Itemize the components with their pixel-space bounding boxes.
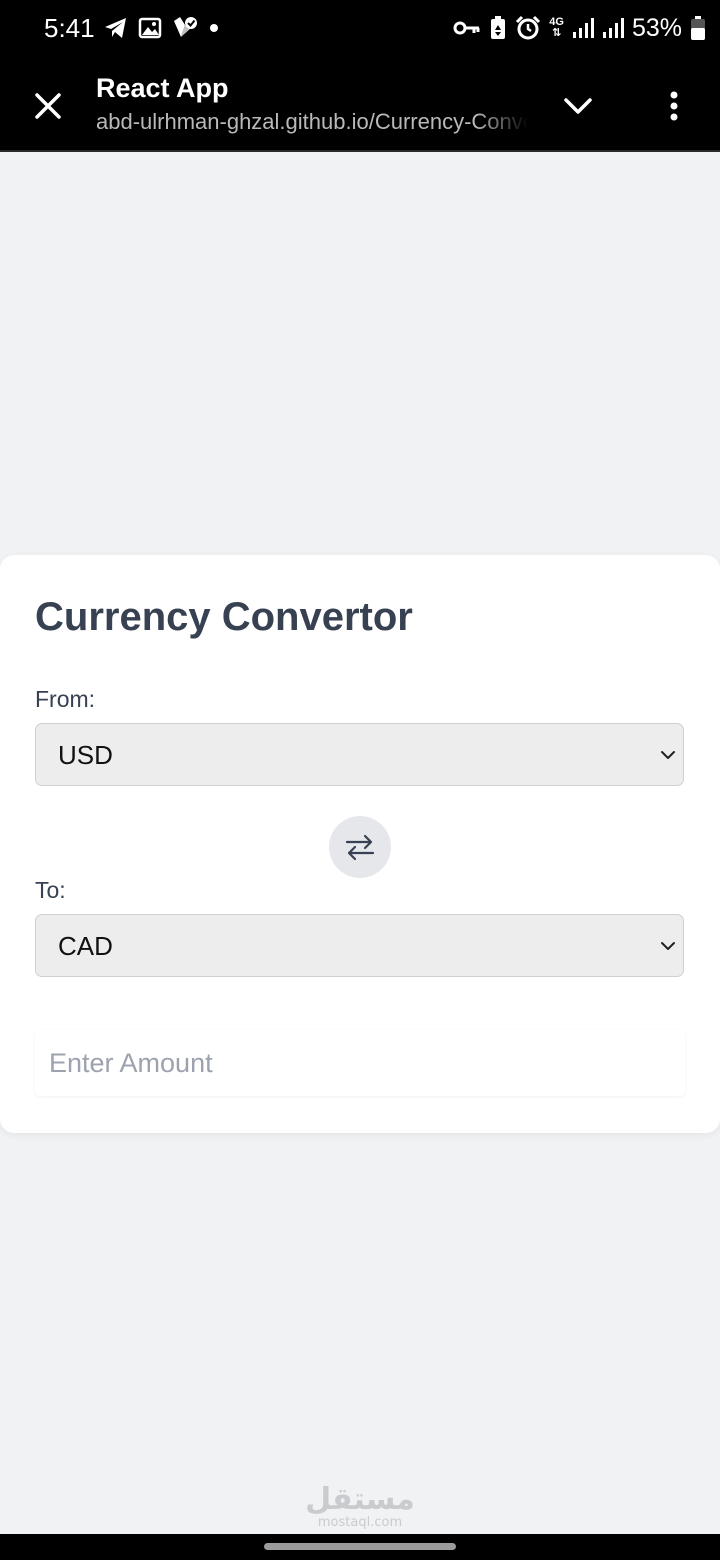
more-options-button[interactable]: [648, 80, 700, 132]
network-4g-icon: 4G ⇅: [549, 17, 564, 39]
telegram-icon: [104, 17, 128, 39]
system-icons: 4G ⇅ 53%: [453, 12, 706, 44]
to-currency-value: CAD: [58, 931, 113, 961]
home-gesture-bar[interactable]: [264, 1543, 456, 1550]
navigation-bar: [0, 1534, 720, 1560]
battery-saver-icon: [489, 15, 507, 41]
chevron-down-icon: [564, 98, 592, 114]
battery-percent: 53%: [631, 14, 682, 42]
watermark-logo: مستقل mostaql.com: [300, 1484, 420, 1530]
image-icon: [138, 17, 162, 39]
key-icon: [453, 19, 481, 37]
converter-card: Currency Convertor From: USD To: CAD: [0, 555, 720, 1133]
amount-input[interactable]: [35, 1030, 685, 1096]
from-currency-select[interactable]: USD: [35, 723, 684, 786]
expand-button[interactable]: [552, 80, 604, 132]
close-button[interactable]: [22, 80, 74, 132]
dot-icon: [208, 22, 220, 34]
shield-check-icon: [172, 15, 198, 41]
close-icon: [35, 93, 61, 119]
battery-icon: [690, 15, 706, 41]
browser-toolbar: React App abd-ulrhman-ghzal.github.io/Cu…: [0, 56, 720, 152]
app-title: Currency Convertor: [35, 595, 413, 639]
swap-arrows-icon: [345, 834, 375, 861]
signal-icon: [602, 17, 624, 39]
alarm-icon: [515, 15, 541, 41]
watermark-latin: mostaql.com: [317, 1515, 403, 1530]
status-time: 5:41: [44, 13, 95, 43]
chevron-down-icon: [661, 751, 675, 759]
signal-icon: [572, 17, 594, 39]
page-title: React App: [96, 73, 229, 103]
data-arrows: ⇅: [552, 27, 562, 39]
status-bar: 5:41 4G ⇅ 53%: [0, 0, 720, 56]
notification-icons: [104, 14, 220, 42]
to-label: To:: [35, 877, 66, 903]
watermark-arabic: مستقل: [305, 1482, 415, 1517]
to-currency-select[interactable]: CAD: [35, 914, 684, 977]
from-currency-value: USD: [58, 740, 113, 770]
page-url[interactable]: abd-ulrhman-ghzal.github.io/Currency-Con…: [96, 108, 528, 136]
from-label: From:: [35, 686, 96, 712]
chevron-down-icon: [661, 942, 675, 950]
more-vert-icon: [670, 91, 678, 121]
swap-button[interactable]: [329, 816, 391, 878]
